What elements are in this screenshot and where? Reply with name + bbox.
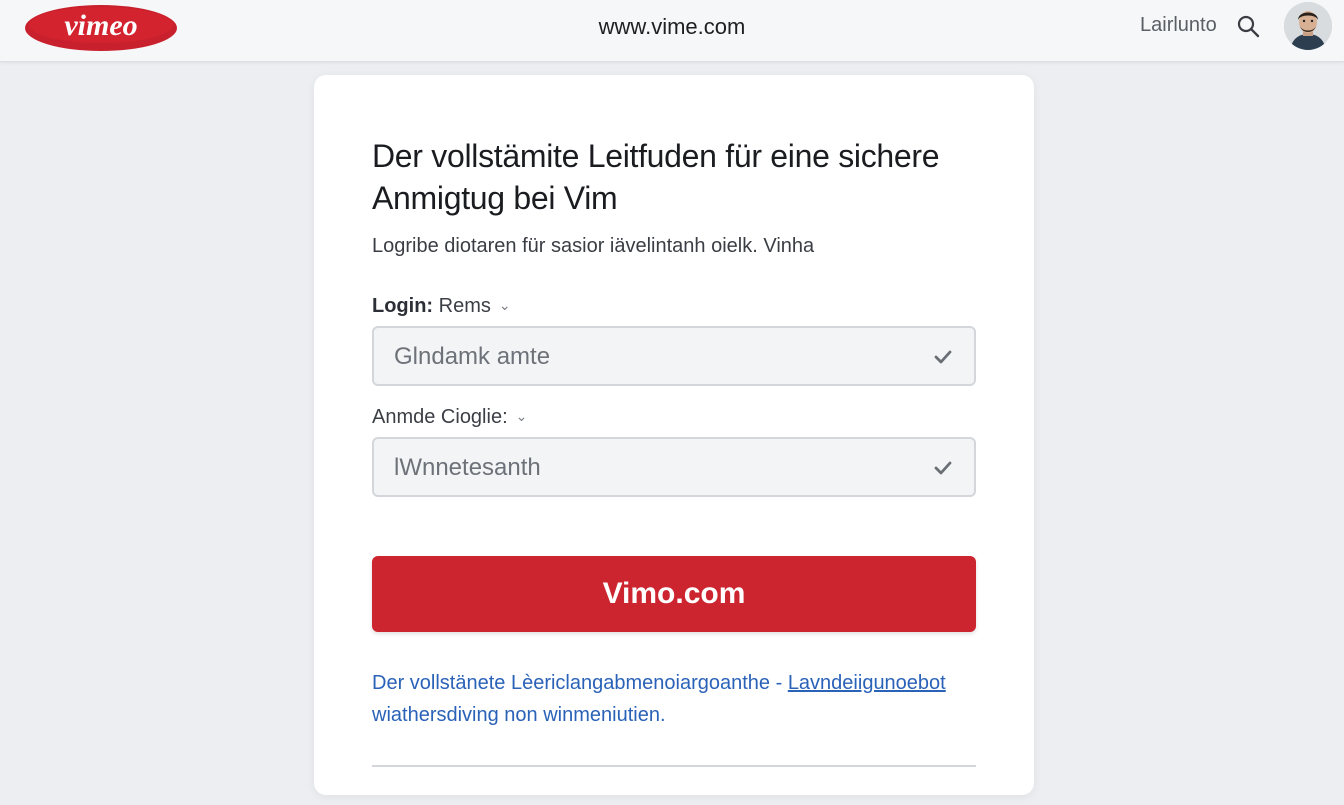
google-input-value: lWnnetesanth [394, 454, 541, 481]
next-field-edge [372, 765, 976, 805]
footer-text-line2: wiathersdiving non winmeniutien. [372, 704, 666, 726]
page-subtitle: Logribe diotaren für sasior iävelintanh … [372, 235, 815, 257]
top-bar: vimeo www.vime.com Lairlunto [0, 0, 1344, 62]
avatar[interactable] [1284, 2, 1332, 50]
google-field-label[interactable]: Anmde Cioglie: ⌄ [372, 406, 527, 429]
login-field-label[interactable]: Login: Rems ⌄ [372, 295, 511, 318]
check-icon [934, 350, 952, 364]
footer-note: Der vollstänete Lèericlangabmenoiargoant… [372, 667, 992, 731]
chevron-down-icon[interactable]: ⌄ [516, 408, 528, 425]
submit-button[interactable]: Vimo.com [372, 556, 976, 632]
login-field-label-bold: Login: [372, 295, 434, 317]
account-label[interactable]: Lairlunto [1140, 14, 1217, 37]
footer-text: Der vollstänete Lèericlangabmenoiargoant… [372, 672, 788, 694]
login-field-label-rest: Rems [433, 295, 491, 317]
footer-link[interactable]: Lavndeiigunoebot [788, 672, 946, 694]
search-icon[interactable] [1236, 14, 1260, 38]
page-title: Der vollstämite Leitfuden für eine siche… [372, 138, 940, 216]
chevron-down-icon[interactable]: ⌄ [499, 297, 511, 314]
check-icon [934, 461, 952, 475]
google-input[interactable]: lWnnetesanth [372, 437, 976, 497]
login-card: Der vollstämite Leitfuden für eine siche… [314, 75, 1034, 795]
login-input[interactable]: Glndamk amte [372, 326, 976, 386]
google-field-label-text: Anmde Cioglie: [372, 406, 508, 428]
login-input-value: Glndamk amte [394, 343, 551, 370]
